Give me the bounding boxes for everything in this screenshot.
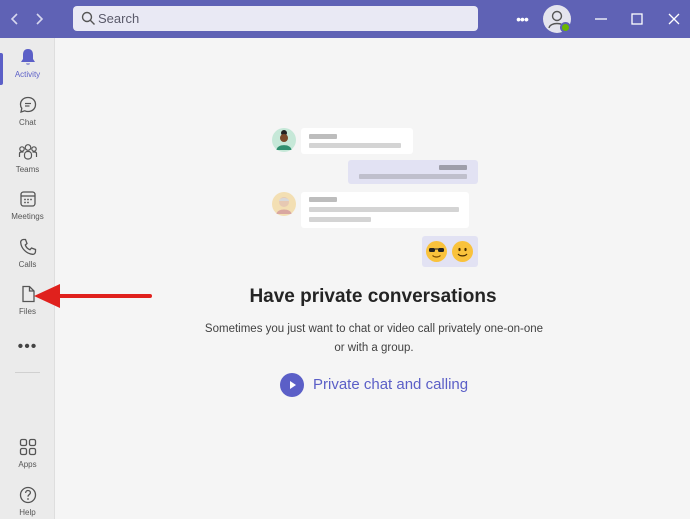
sidebar-item-label: Help [19,508,36,517]
chat-icon [19,96,36,113]
sidebar-item-apps[interactable]: Apps [0,434,55,478]
title-bar: Search ••• [0,0,690,38]
sidebar-item-label: Meetings [11,212,44,221]
apps-icon [19,438,36,456]
sidebar-item-label: Activity [14,70,41,79]
emoji-reply-bubble [422,236,478,267]
presence-status-icon [560,22,571,33]
sidebar-item-chat[interactable]: Chat [0,92,55,136]
sidebar-item-calls[interactable]: Calls [0,234,55,278]
phone-icon [19,238,36,255]
search-placeholder: Search [98,11,140,26]
sidebar-item-meetings[interactable]: Meetings [0,186,55,230]
back-arrow-icon[interactable] [5,9,25,29]
forward-arrow-icon[interactable] [29,9,49,29]
smile-emoji-icon [452,241,473,262]
chat-bubble-incoming [301,128,413,154]
more-apps-button[interactable]: ••• [0,338,55,356]
chat-bubble-outgoing [348,160,478,184]
rail-divider [15,372,40,373]
maximize-button[interactable] [626,8,648,30]
minimize-button[interactable] [590,8,612,30]
sidebar-item-help[interactable]: Help [0,482,55,519]
sidebar-item-label: Teams [15,165,40,174]
cta-label: Private chat and calling [313,376,469,393]
sunglasses-emoji-icon [426,241,447,262]
close-button[interactable] [663,8,685,30]
sidebar-item-label: Apps [18,460,37,469]
play-icon [280,373,304,397]
person-avatar-icon [272,128,296,152]
calendar-icon [19,191,36,207]
sidebar-item-teams[interactable]: Teams [0,139,55,183]
sidebar-item-activity[interactable]: Activity [0,44,55,88]
sidebar-item-label: Calls [18,260,37,269]
search-icon [81,11,95,25]
description-text: Sometimes you just want to chat or video… [204,323,544,354]
help-icon [19,486,36,504]
person-avatar-icon [272,192,296,216]
teams-icon [18,144,37,160]
active-indicator [0,53,3,85]
bell-icon [20,49,35,65]
more-options-button[interactable]: ••• [512,9,532,29]
search-input[interactable]: Search [73,6,478,31]
chat-bubble-incoming [301,192,469,228]
sidebar-item-label: Chat [19,118,36,127]
red-arrow-icon [34,284,152,308]
conversation-illustration [56,38,690,298]
